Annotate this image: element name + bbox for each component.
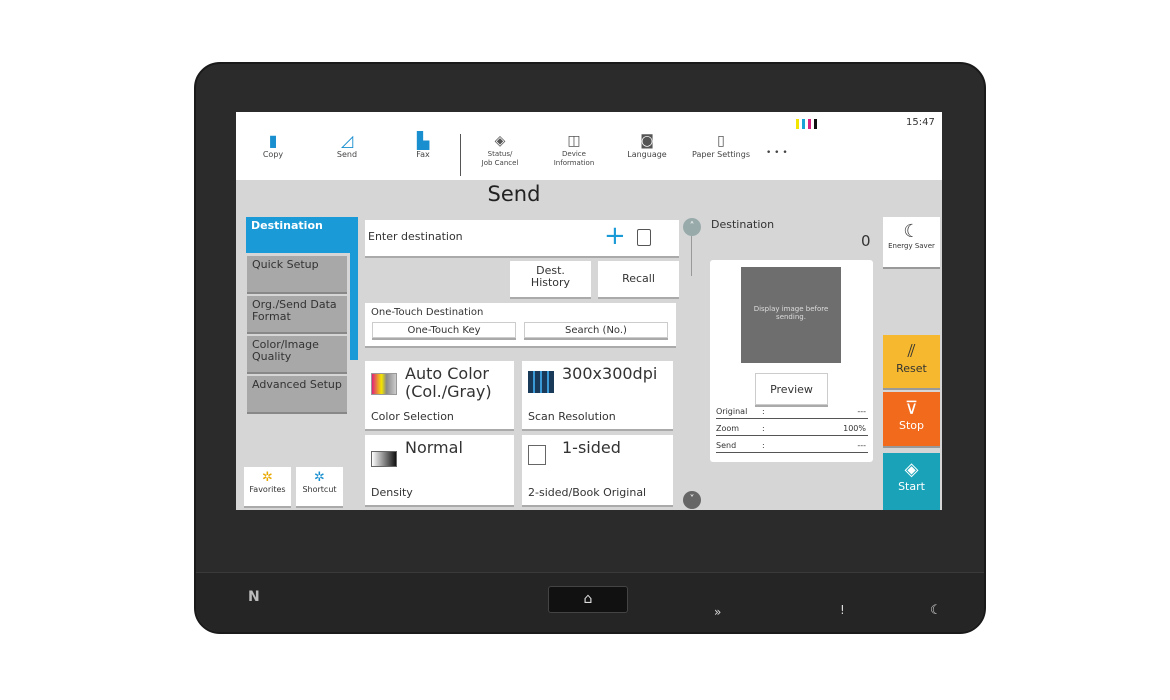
- nfc-icon: N: [248, 589, 260, 605]
- address-book-icon[interactable]: [637, 229, 651, 246]
- header-status[interactable]: ◈ Status/ Job Cancel: [465, 132, 535, 168]
- shortcut-icon: ✲: [314, 470, 325, 485]
- one-touch-title: One-Touch Destination: [371, 307, 484, 318]
- stop-icon: ⊽: [904, 398, 919, 419]
- preview-image-placeholder: Display image before sending.: [741, 267, 841, 363]
- tab-destination[interactable]: Destination: [246, 217, 358, 253]
- header-divider: [460, 134, 461, 176]
- header-language[interactable]: ◙ Language: [612, 132, 682, 159]
- header-copy[interactable]: ▮ Copy: [238, 131, 308, 160]
- send-icon: ◿: [340, 131, 354, 150]
- device-info-icon: ◫: [567, 133, 581, 149]
- duplex-original-tile[interactable]: 1-sided 2-sided/Book Original: [522, 435, 673, 505]
- energy-saver-key-icon[interactable]: ☾: [930, 603, 942, 618]
- more-button[interactable]: • • •: [766, 148, 788, 158]
- scan-resolution-icon: [528, 371, 554, 393]
- start-icon: ◈: [904, 459, 919, 480]
- paper-settings-icon: ▯: [717, 133, 725, 149]
- start-button[interactable]: ◈ Start: [883, 453, 940, 510]
- header-device-information[interactable]: ◫ Device Information: [539, 132, 609, 168]
- fax-icon: ▙: [416, 131, 430, 150]
- header-send[interactable]: ◿ Send: [312, 131, 382, 160]
- preview-button[interactable]: Preview: [755, 373, 828, 405]
- scan-resolution-tile[interactable]: 300x300dpi Scan Resolution: [522, 361, 673, 429]
- search-no-button[interactable]: Search (No.): [524, 322, 668, 338]
- scroll-track[interactable]: [691, 236, 692, 276]
- send-row: Send: ---: [716, 439, 868, 453]
- destination-panel-title: Destination: [711, 218, 775, 231]
- toner-levels: [796, 119, 817, 129]
- stop-button[interactable]: ⊽ Stop: [883, 392, 940, 446]
- duplex-icon: [528, 445, 546, 465]
- status-icon: ◈: [494, 133, 506, 149]
- page-title: Send: [487, 182, 541, 206]
- attention-indicator-icon: !: [840, 603, 845, 617]
- energy-saver-button[interactable]: ☾ Energy Saver: [883, 217, 940, 267]
- destination-placeholder: Enter destination: [368, 230, 463, 243]
- favorites-button[interactable]: ✲ Favorites: [244, 467, 291, 506]
- one-touch-destination: One-Touch Destination One-Touch Key Sear…: [365, 303, 676, 346]
- preview-panel: Display image before sending. Preview Or…: [710, 260, 873, 462]
- clock: 15:47: [906, 117, 935, 128]
- density-tile[interactable]: Normal Density: [365, 435, 514, 505]
- scroll-down-button[interactable]: ˅: [683, 491, 701, 509]
- destination-count: 0: [861, 232, 871, 250]
- home-button[interactable]: ⌂: [548, 586, 628, 613]
- header-fax[interactable]: ▙ Fax: [388, 131, 458, 160]
- reset-button[interactable]: ⫽ Reset: [883, 335, 940, 388]
- copy-icon: ▮: [268, 131, 278, 150]
- add-destination-icon[interactable]: +: [604, 221, 626, 251]
- color-selection-tile[interactable]: Auto Color (Col./Gray) Color Selection: [365, 361, 514, 429]
- touch-screen: 15:47 ▮ Copy ◿ Send ▙ Fax ◈ Status/ Job Canc…: [236, 112, 942, 510]
- home-header: 15:47 ▮ Copy ◿ Send ▙ Fax ◈ Status/ Job Canc…: [236, 112, 942, 180]
- home-icon: ⌂: [583, 591, 593, 607]
- favorites-icon: ✲: [262, 470, 273, 485]
- tab-scrollbar[interactable]: [350, 217, 358, 360]
- one-touch-key-button[interactable]: One-Touch Key: [372, 322, 516, 338]
- moon-icon: ☾: [903, 221, 920, 242]
- recall-button[interactable]: Recall: [598, 261, 679, 297]
- language-icon: ◙: [640, 133, 654, 149]
- color-selection-icon: [371, 373, 397, 395]
- density-icon: [371, 451, 397, 467]
- tab-color-image-quality[interactable]: Color/Image Quality: [247, 336, 347, 372]
- reset-icon: ⫽: [907, 341, 916, 362]
- device-control-strip: N ⌂ » ! ☾: [196, 572, 984, 632]
- dest-history-button[interactable]: Dest. History: [510, 261, 591, 297]
- header-paper-settings[interactable]: ▯ Paper Settings: [686, 132, 756, 159]
- zoom-row: Zoom:100%: [716, 422, 868, 436]
- tab-org-send-data-format[interactable]: Org./Send Data Format: [247, 296, 347, 332]
- processing-indicator-icon: »: [714, 605, 722, 619]
- scroll-up-button[interactable]: ˄: [683, 218, 701, 236]
- destination-input[interactable]: Enter destination +: [365, 220, 679, 256]
- tab-quick-setup[interactable]: Quick Setup: [247, 256, 347, 292]
- tab-advanced-setup[interactable]: Advanced Setup: [247, 376, 347, 412]
- original-row: Original: ---: [716, 405, 868, 419]
- shortcut-button[interactable]: ✲ Shortcut: [296, 467, 343, 506]
